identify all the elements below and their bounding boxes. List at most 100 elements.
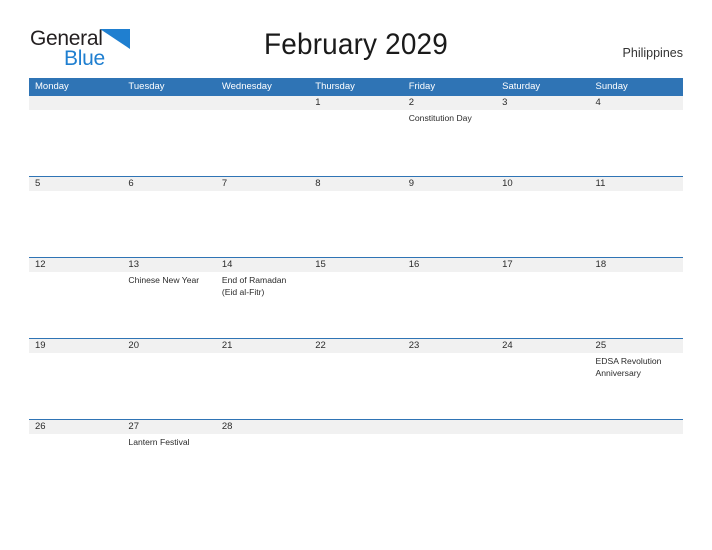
day-number-16[interactable]: 16 [403,258,496,272]
weekday-header-monday: Monday [35,81,69,92]
day-events-empty [216,110,309,176]
day-number-14[interactable]: 14 [216,258,309,272]
day-events-25[interactable]: EDSA Revolution Anniversary [590,353,683,419]
day-events-16 [403,272,496,338]
day-number-7[interactable]: 7 [216,177,309,191]
day-events-10 [496,191,589,257]
day-number-27[interactable]: 27 [122,420,215,434]
day-number-6[interactable]: 6 [122,177,215,191]
day-events-17 [496,272,589,338]
day-number-10[interactable]: 10 [496,177,589,191]
day-number-20[interactable]: 20 [122,339,215,353]
event-label: Chinese New Year [128,275,200,285]
event-label: Lantern Festival [128,437,190,447]
day-events-2[interactable]: Constitution Day [403,110,496,176]
day-number-5[interactable]: 5 [29,177,122,191]
weekday-header-sunday: Sunday [595,81,628,92]
day-events-22 [309,353,402,419]
day-number-empty [216,96,309,110]
day-events-1 [309,110,402,176]
day-number-28[interactable]: 28 [216,420,309,434]
page-title: February 2029 [264,28,448,61]
day-events-19 [29,353,122,419]
weekday-header-thursday: Thursday [315,81,355,92]
weekday-header-saturday: Saturday [502,81,541,92]
day-events-23 [403,353,496,419]
day-events-6 [122,191,215,257]
day-number-1[interactable]: 1 [309,96,402,110]
day-events-empty [309,434,402,494]
day-number-empty [122,96,215,110]
day-events-12 [29,272,122,338]
week-event-band [29,191,683,257]
day-number-23[interactable]: 23 [403,339,496,353]
day-events-11 [590,191,683,257]
day-events-27[interactable]: Lantern Festival [122,434,215,494]
day-events-empty [590,434,683,494]
country-label: Philippines [622,46,683,60]
week-event-band: Lantern Festival [29,434,683,494]
day-number-22[interactable]: 22 [309,339,402,353]
day-number-18[interactable]: 18 [590,258,683,272]
day-number-empty [496,420,589,434]
day-number-4[interactable]: 4 [590,96,683,110]
day-number-13[interactable]: 13 [122,258,215,272]
week-event-band: EDSA Revolution Anniversary [29,353,683,419]
day-number-15[interactable]: 15 [309,258,402,272]
calendar-week-row: 1 2 3 4 Constitution Day [29,96,683,176]
weekday-header-row: Monday Tuesday Wednesday Thursday Friday Satu… [29,78,683,96]
week-event-band: Chinese New Year End of Ramadan (Eid al-F… [29,272,683,338]
calendar-week-row: 26 27 28 Lantern Festival [29,419,683,494]
day-events-8 [309,191,402,257]
day-events-14[interactable]: End of Ramadan (Eid al-Fitr) [216,272,309,338]
day-number-26[interactable]: 26 [29,420,122,434]
calendar-weeks: 1 2 3 4 Constitution Day 5 6 7 8 9 10 11 12 13 14 15 16 1… [29,96,683,494]
week-date-band: 26 27 28 [29,420,683,434]
day-events-21 [216,353,309,419]
day-events-3 [496,110,589,176]
day-events-20 [122,353,215,419]
event-label: End of Ramadan (Eid al-Fitr) [221,275,287,297]
day-events-18 [590,272,683,338]
day-events-4 [590,110,683,176]
day-events-empty [29,110,122,176]
week-date-band: 12 13 14 15 16 17 18 [29,258,683,272]
calendar-week-row: 5 6 7 8 9 10 11 [29,176,683,257]
event-label: EDSA Revolution Anniversary [595,356,662,378]
weekday-header-wednesday: Wednesday [221,81,272,92]
day-number-12[interactable]: 12 [29,258,122,272]
day-events-28 [216,434,309,494]
day-number-17[interactable]: 17 [496,258,589,272]
calendar-week-row: 19 20 21 22 23 24 25 EDSA Revolution Anniversar… [29,338,683,419]
week-date-band: 19 20 21 22 23 24 25 [29,339,683,353]
day-number-empty [590,420,683,434]
week-event-band: Constitution Day [29,110,683,176]
day-number-25[interactable]: 25 [590,339,683,353]
week-date-band: 5 6 7 8 9 10 11 [29,177,683,191]
day-events-26 [29,434,122,494]
day-number-3[interactable]: 3 [496,96,589,110]
day-events-empty [403,434,496,494]
day-number-21[interactable]: 21 [216,339,309,353]
day-number-2[interactable]: 2 [403,96,496,110]
day-events-13[interactable]: Chinese New Year [122,272,215,338]
day-number-19[interactable]: 19 [29,339,122,353]
day-number-empty [403,420,496,434]
calendar-page: General Blue February 2029 Philippines M… [0,0,712,550]
day-number-11[interactable]: 11 [590,177,683,191]
calendar-week-row: 12 13 14 15 16 17 18 Chinese New Year End of Ram… [29,257,683,338]
day-number-empty [309,420,402,434]
day-events-empty [122,110,215,176]
weekday-header-tuesday: Tuesday [128,81,165,92]
day-events-24 [496,353,589,419]
day-number-24[interactable]: 24 [496,339,589,353]
day-number-8[interactable]: 8 [309,177,402,191]
event-label: Constitution Day [408,113,472,123]
day-number-empty [29,96,122,110]
day-events-5 [29,191,122,257]
day-events-9 [403,191,496,257]
calendar-grid: Monday Tuesday Wednesday Thursday Friday Satu… [29,78,683,494]
week-date-band: 1234 [29,96,683,110]
day-events-15 [309,272,402,338]
day-number-9[interactable]: 9 [403,177,496,191]
